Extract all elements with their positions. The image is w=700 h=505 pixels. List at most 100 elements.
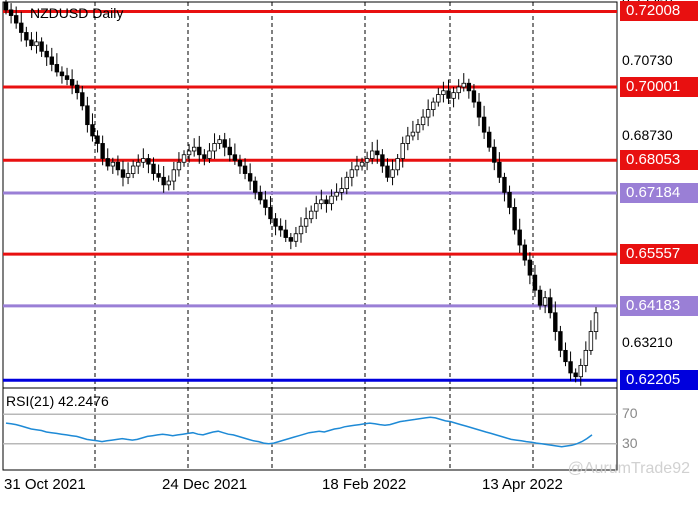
candle-body: [156, 173, 161, 178]
candle-body: [59, 71, 65, 77]
candle-body: [542, 297, 548, 306]
candle-body: [39, 41, 44, 52]
candle-body: [380, 154, 385, 167]
candle-body: [247, 173, 253, 182]
candle-body: [186, 150, 192, 156]
candle-body: [303, 218, 309, 227]
rsi-level-label: 70: [622, 405, 638, 422]
price-tick-label: 0.63210: [622, 334, 673, 351]
candle-body: [537, 289, 543, 306]
candle-body: [354, 165, 360, 171]
candle-body: [476, 101, 482, 118]
candle-body: [593, 312, 599, 332]
candle-body: [563, 349, 568, 363]
chart-title: NZDUSD Daily: [30, 5, 124, 21]
candle-body: [456, 86, 461, 94]
price-tick-label: 0.68730: [622, 126, 673, 143]
candle-body: [263, 199, 268, 208]
candle-body: [176, 161, 182, 171]
candle-body: [431, 101, 436, 110]
candle-body: [273, 218, 278, 227]
candle-body: [232, 154, 238, 161]
candle-body: [288, 237, 294, 242]
candle-body: [258, 191, 263, 201]
candle-body: [80, 92, 85, 107]
candle-body: [75, 84, 80, 94]
candle-body: [486, 131, 492, 148]
candle-body: [329, 195, 334, 205]
candle-body: [314, 203, 319, 212]
candle-body: [364, 158, 370, 163]
candle-body: [573, 372, 578, 378]
candle-body: [481, 116, 487, 133]
candle-body: [507, 191, 512, 208]
candle-body: [69, 79, 75, 86]
candle-body: [217, 139, 222, 144]
candle-body: [308, 210, 314, 220]
candle-body: [512, 207, 517, 231]
candle-body: [171, 169, 177, 182]
candle-body: [359, 161, 365, 167]
date-tick-label: 31 Oct 2021: [4, 476, 86, 493]
candle-body: [293, 233, 299, 242]
candle-body: [466, 82, 472, 92]
price-tick-label: 0.70730: [622, 51, 673, 68]
candle-body: [517, 229, 522, 246]
candle-body: [446, 90, 451, 99]
candle-body: [324, 199, 329, 205]
candle-body: [497, 161, 502, 178]
candle-body: [283, 229, 288, 238]
watermark-text: @AurumTrade92: [567, 460, 690, 477]
candle-body: [344, 176, 349, 190]
candle-body: [588, 331, 594, 351]
candle-body: [334, 191, 339, 197]
candle-body: [54, 64, 60, 73]
level-price-badge: 0.62205: [620, 370, 698, 391]
candle-body: [420, 116, 426, 126]
candle-body: [502, 176, 507, 193]
candle-body: [105, 158, 110, 167]
level-price-badge: 0.70001: [620, 76, 698, 97]
candle-body: [375, 150, 380, 156]
level-price-badge: 0.67184: [620, 182, 698, 203]
candle-body: [583, 349, 589, 366]
candle-body: [268, 207, 273, 220]
rsi-title: RSI(21) 42.2476: [6, 393, 109, 409]
candle-body: [34, 41, 39, 47]
candle-body: [44, 50, 49, 58]
candle-body: [492, 146, 497, 163]
candle-body: [166, 180, 171, 186]
candle-body: [181, 154, 187, 163]
candle-body: [548, 297, 553, 314]
candle-body: [100, 143, 105, 159]
candle-body: [64, 75, 70, 80]
level-price-badge: 0.65557: [620, 244, 698, 265]
candle-body: [110, 161, 116, 167]
candle-body: [522, 244, 527, 261]
candle-body: [3, 1, 9, 11]
candle-body: [161, 176, 166, 186]
candle-body: [400, 143, 405, 159]
candle-body: [553, 312, 558, 332]
candle-body: [207, 150, 212, 159]
candle-body: [49, 56, 54, 65]
candle-body: [130, 165, 136, 174]
candle-body: [151, 163, 156, 174]
candle-body: [471, 90, 477, 103]
candle-body: [370, 150, 375, 159]
candle-body: [349, 169, 355, 178]
candle-body: [578, 365, 583, 378]
candle-body: [141, 158, 146, 163]
date-tick-label: 13 Apr 2022: [482, 476, 563, 493]
candle-body: [278, 225, 283, 231]
candle-body: [146, 158, 151, 165]
rsi-line: [5, 416, 593, 448]
candle-body: [125, 173, 131, 178]
candle-body: [298, 225, 304, 235]
date-tick-label: 18 Feb 2022: [322, 476, 407, 493]
candle-body: [120, 169, 126, 178]
candle-body: [212, 143, 217, 152]
forex-chart[interactable]: NZDUSD Daily RSI(21) 42.2476 @AurumTrade…: [0, 0, 700, 500]
candle-body: [115, 161, 121, 171]
candle-body: [136, 161, 141, 167]
